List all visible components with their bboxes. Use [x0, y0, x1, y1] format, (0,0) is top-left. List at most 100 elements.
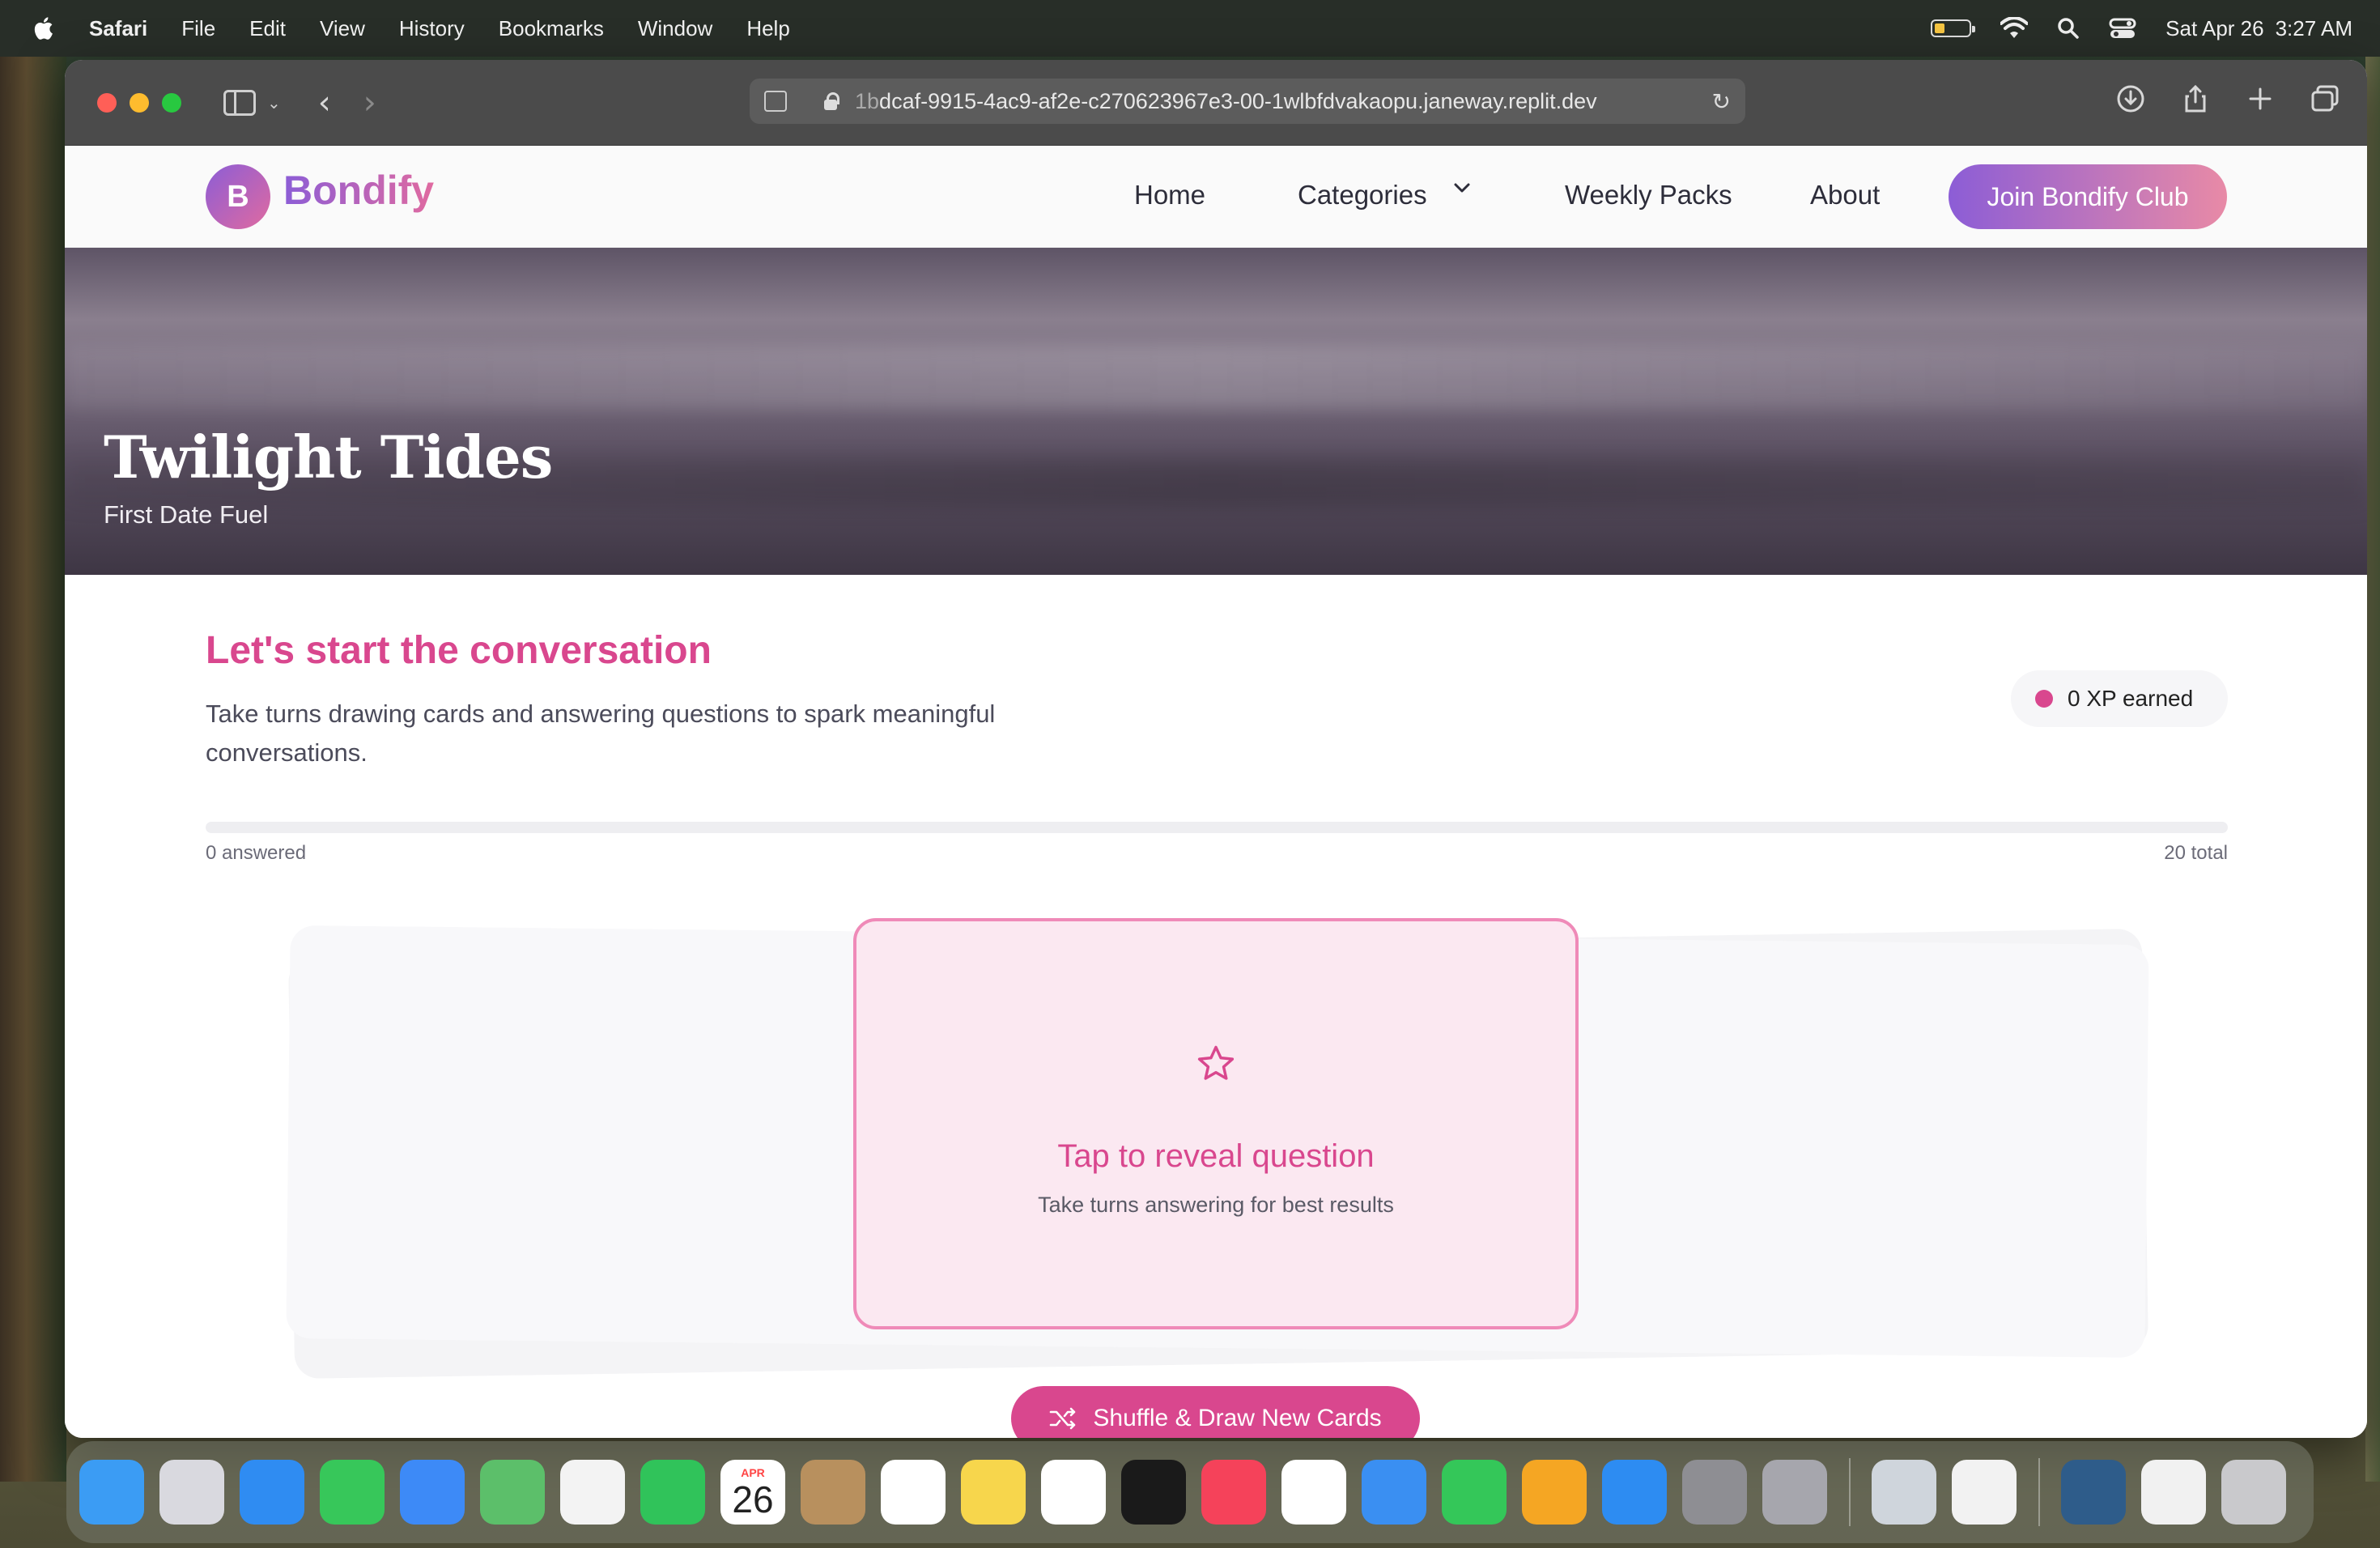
mail-icon[interactable]	[400, 1460, 465, 1525]
tv-icon[interactable]	[1121, 1460, 1186, 1525]
screenshots-stack-icon[interactable]	[2061, 1460, 2126, 1525]
pack-title: Twilight Tides	[104, 423, 553, 491]
url-prefix: 1b	[855, 88, 880, 113]
iphone-mirroring-icon[interactable]	[1762, 1460, 1827, 1525]
close-window-button[interactable]	[97, 92, 117, 113]
reload-icon[interactable]: ↻	[1712, 88, 1731, 115]
finder-icon[interactable]	[79, 1460, 144, 1525]
passwords-icon[interactable]	[1952, 1460, 2017, 1525]
tab-overview-icon[interactable]	[2310, 84, 2340, 113]
total-count: 20 total	[2164, 842, 2228, 864]
reveal-question-label: Tap to reveal question	[1057, 1138, 1375, 1174]
notes-icon[interactable]	[961, 1460, 1026, 1525]
numbers-icon[interactable]	[1442, 1460, 1507, 1525]
messages-icon[interactable]	[320, 1460, 385, 1525]
menu-app-safari[interactable]: Safari	[89, 16, 147, 41]
join-club-button[interactable]: Join Bondify Club	[1949, 164, 2227, 229]
nav-about-link[interactable]: About	[1810, 180, 1880, 211]
safari-icon[interactable]	[240, 1460, 304, 1525]
question-card[interactable]: Tap to reveal question Take turns answer…	[853, 918, 1579, 1329]
menu-file[interactable]: File	[181, 16, 215, 41]
photos-icon[interactable]	[560, 1460, 625, 1525]
site-navbar: B Bondify Home Categories Weekly Packs A…	[65, 146, 2367, 248]
news-icon[interactable]	[1281, 1460, 1346, 1525]
xp-label: 0 XP earned	[2068, 686, 2194, 711]
desktop-wallpaper-right	[2365, 57, 2380, 1482]
share-icon[interactable]	[2181, 84, 2210, 113]
menu-window[interactable]: Window	[638, 16, 712, 41]
shuffle-draw-button[interactable]: Shuffle & Draw New Cards	[1011, 1386, 1420, 1438]
dock-separator	[2038, 1458, 2040, 1526]
url-text[interactable]: 1bdcaf-9915-4ac9-af2e-c270623967e3-00-1w…	[855, 89, 1597, 114]
menu-view[interactable]: View	[320, 16, 365, 41]
apple-icon[interactable]	[31, 15, 58, 42]
session-content: Let's start the conversation Take turns …	[65, 575, 2367, 1438]
calendar-month-label: APR	[741, 1466, 765, 1479]
trash-icon[interactable]	[2221, 1460, 2286, 1525]
control-center-icon[interactable]	[2109, 17, 2136, 40]
answered-count: 0 answered	[206, 842, 307, 864]
menubar-time[interactable]: 3:27 AM	[2276, 16, 2352, 41]
pages-icon[interactable]	[1522, 1460, 1587, 1525]
chevron-down-icon[interactable]	[1451, 176, 1473, 199]
calendar-icon[interactable]: APR 26	[720, 1460, 785, 1525]
preview-icon[interactable]	[1872, 1460, 1936, 1525]
menu-history[interactable]: History	[399, 16, 465, 41]
maps-icon[interactable]	[480, 1460, 545, 1525]
xp-dot-icon	[2035, 690, 2053, 708]
forward-arrow-icon[interactable]: ›	[363, 84, 376, 121]
url-main: dcaf-9915-4ac9-af2e-c270623967e3-00-1wlb…	[879, 88, 1597, 113]
hero-background-streak	[65, 345, 2367, 410]
progress-bar	[206, 822, 2228, 833]
lock-icon	[822, 92, 839, 110]
menu-help[interactable]: Help	[746, 16, 789, 41]
launchpad-icon[interactable]	[159, 1460, 224, 1525]
app-store-icon[interactable]	[1602, 1460, 1667, 1525]
system-settings-icon[interactable]	[1682, 1460, 1747, 1525]
reminders-icon[interactable]	[881, 1460, 946, 1525]
shuffle-draw-label: Shuffle & Draw New Cards	[1093, 1405, 1382, 1431]
nav-categories-dropdown[interactable]: Categories	[1298, 180, 1427, 211]
menu-edit[interactable]: Edit	[249, 16, 286, 41]
calendar-day-label: 26	[732, 1478, 774, 1520]
music-icon[interactable]	[1201, 1460, 1266, 1525]
session-description: Take turns drawing cards and answering q…	[206, 700, 996, 767]
freeform-icon[interactable]	[1041, 1460, 1106, 1525]
xp-badge: 0 XP earned	[2011, 670, 2228, 727]
zoom-window-button[interactable]	[162, 92, 181, 113]
macos-menu-bar: Safari File Edit View History Bookmarks …	[0, 0, 2380, 57]
session-title: Let's start the conversation	[206, 629, 712, 672]
sidebar-toggle-icon[interactable]	[223, 89, 256, 116]
dock-separator	[1849, 1458, 1851, 1526]
desktop-wallpaper-left	[0, 57, 66, 1482]
shuffle-icon	[1050, 1407, 1076, 1430]
nav-home-link[interactable]: Home	[1134, 180, 1205, 211]
nav-weekly-packs-link[interactable]: Weekly Packs	[1565, 180, 1732, 211]
toolbar-right-actions	[2116, 84, 2340, 113]
back-arrow-icon[interactable]: ‹	[318, 84, 331, 121]
wifi-icon[interactable]	[2000, 17, 2029, 40]
documents-stack-icon[interactable]	[2141, 1460, 2206, 1525]
pack-subtitle: First Date Fuel	[104, 500, 269, 529]
web-page: B Bondify Home Categories Weekly Packs A…	[65, 146, 2367, 1438]
hero-banner: Twilight Tides First Date Fuel	[65, 248, 2367, 575]
minimize-window-button[interactable]	[130, 92, 149, 113]
card-hint: Take turns answering for best results	[1038, 1193, 1394, 1217]
menu-bookmarks[interactable]: Bookmarks	[499, 16, 604, 41]
star-icon	[1197, 1045, 1235, 1080]
browser-toolbar: ⌄ ‹ › 1bdcaf-9915-4ac9-af2e-c270623967e3…	[65, 60, 2367, 146]
window-controls	[97, 92, 181, 113]
keynote-icon[interactable]	[1362, 1460, 1426, 1525]
macos-dock: APR 26	[66, 1441, 2314, 1543]
downloads-icon[interactable]	[2116, 84, 2145, 113]
page-menu-icon[interactable]	[764, 91, 787, 112]
safari-window: ⌄ ‹ › 1bdcaf-9915-4ac9-af2e-c270623967e3…	[65, 60, 2367, 1438]
contacts-icon[interactable]	[801, 1460, 865, 1525]
tab-group-chevron-icon[interactable]: ⌄	[267, 93, 281, 113]
new-tab-icon[interactable]	[2246, 84, 2275, 113]
menubar-date[interactable]: Sat Apr 26	[2165, 16, 2263, 41]
facetime-icon[interactable]	[640, 1460, 705, 1525]
spotlight-search-icon[interactable]	[2057, 17, 2080, 40]
battery-icon[interactable]	[1931, 19, 1976, 37]
address-bar[interactable]: 1bdcaf-9915-4ac9-af2e-c270623967e3-00-1w…	[750, 79, 1745, 124]
